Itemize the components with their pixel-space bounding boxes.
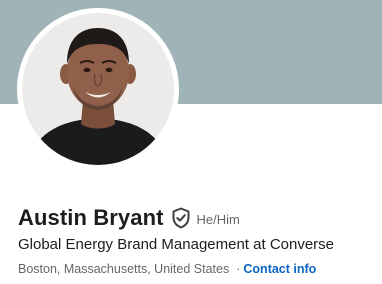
profile-name-row: Austin Bryant He/Him (18, 203, 240, 233)
profile-headline: Global Energy Brand Management at Conver… (18, 236, 335, 253)
profile-card: Austin Bryant He/Him Global Energy Brand… (0, 0, 382, 284)
profile-location-row: Boston, Massachusetts, United States · Con… (18, 262, 316, 276)
profile-location: Boston, Massachusetts, United States (18, 262, 230, 276)
shield-check-icon[interactable] (171, 207, 191, 229)
separator-dot: · (236, 262, 241, 276)
contact-info-link[interactable]: Contact info (243, 262, 316, 276)
profile-name: Austin Bryant (18, 205, 164, 230)
profile-avatar[interactable] (17, 8, 179, 170)
profile-pronouns: He/Him (196, 211, 240, 227)
avatar-photo (17, 8, 179, 170)
